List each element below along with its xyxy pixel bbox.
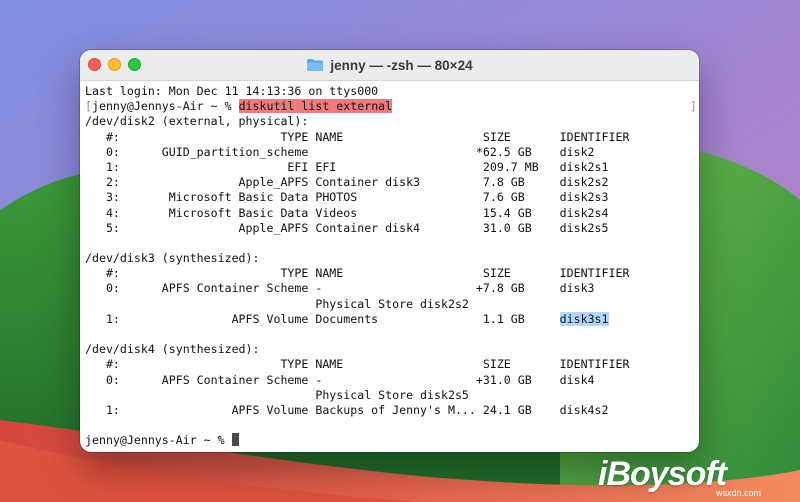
- disk3-row-prefix: 1: APFS Volume Documents 1.1 GB: [85, 311, 560, 326]
- disk2-row: 2: Apple_APFS Container disk3 7.8 GB dis…: [85, 175, 609, 190]
- selected-identifier[interactable]: disk3s1: [559, 311, 609, 326]
- disk4-row: #: TYPE NAME SIZE IDENTIFIER: [85, 357, 630, 372]
- window-title: jenny — -zsh — 80×24: [330, 57, 473, 73]
- folder-icon: [307, 59, 324, 71]
- last-login-line: Last login: Mon Dec 11 14:13:36 on ttys0…: [85, 84, 379, 98]
- disk2-row: 0: GUID_partition_scheme *62.5 GB disk2: [85, 144, 595, 159]
- final-prompt-line[interactable]: jenny@Jennys-Air ~ %: [85, 433, 699, 448]
- window-title-group: jenny — -zsh — 80×24: [80, 50, 699, 80]
- bracket-marker: [: [85, 99, 92, 114]
- command-text[interactable]: diskutil list external: [238, 99, 393, 114]
- window-titlebar[interactable]: jenny — -zsh — 80×24: [80, 50, 699, 81]
- disk2-row: 4: Microsoft Basic Data Videos 15.4 GB d…: [85, 205, 609, 220]
- bracket-marker-right: ]: [690, 99, 697, 113]
- disk4-header: /dev/disk4 (synthesized):: [85, 342, 260, 357]
- disk2-row: 3: Microsoft Basic Data PHOTOS 7.6 GB di…: [85, 190, 609, 205]
- site-watermark: wsxdn.com: [716, 488, 762, 498]
- disk2-row: 1: EFI EFI 209.7 MB disk2s1: [85, 159, 609, 174]
- disk3-row: Physical Store disk2s2: [85, 296, 469, 311]
- disk3-header: /dev/disk3 (synthesized):: [85, 251, 260, 266]
- disk2-row: 5: Apple_APFS Container disk4 31.0 GB di…: [85, 220, 609, 235]
- prompt-text: jenny@Jennys-Air ~ %: [91, 99, 239, 114]
- disk3-row: 1: APFS Volume Documents 1.1 GB disk3s1: [85, 311, 699, 327]
- final-prompt-text: jenny@Jennys-Air ~ %: [85, 433, 232, 448]
- text-cursor: [231, 433, 239, 447]
- disk2-header: /dev/disk2 (external, physical):: [85, 114, 309, 129]
- disk2-row: #: TYPE NAME SIZE IDENTIFIER: [85, 129, 630, 144]
- command-line: [jenny@Jennys-Air ~ % diskutil list exte…: [85, 99, 699, 114]
- disk4-row: 0: APFS Container Scheme - +31.0 GB disk…: [85, 372, 595, 387]
- disk3-row: #: TYPE NAME SIZE IDENTIFIER: [85, 266, 630, 281]
- terminal-window[interactable]: jenny — -zsh — 80×24 Last login: Mon Dec…: [80, 50, 699, 452]
- brand-watermark: iBoysoft: [598, 455, 727, 493]
- terminal-content[interactable]: Last login: Mon Dec 11 14:13:36 on ttys0…: [80, 81, 699, 452]
- disk4-row: 1: APFS Volume Backups of Jenny's M... 2…: [85, 402, 609, 417]
- disk4-row: Physical Store disk2s5: [85, 387, 469, 402]
- disk3-row: 0: APFS Container Scheme - +7.8 GB disk3: [85, 281, 595, 296]
